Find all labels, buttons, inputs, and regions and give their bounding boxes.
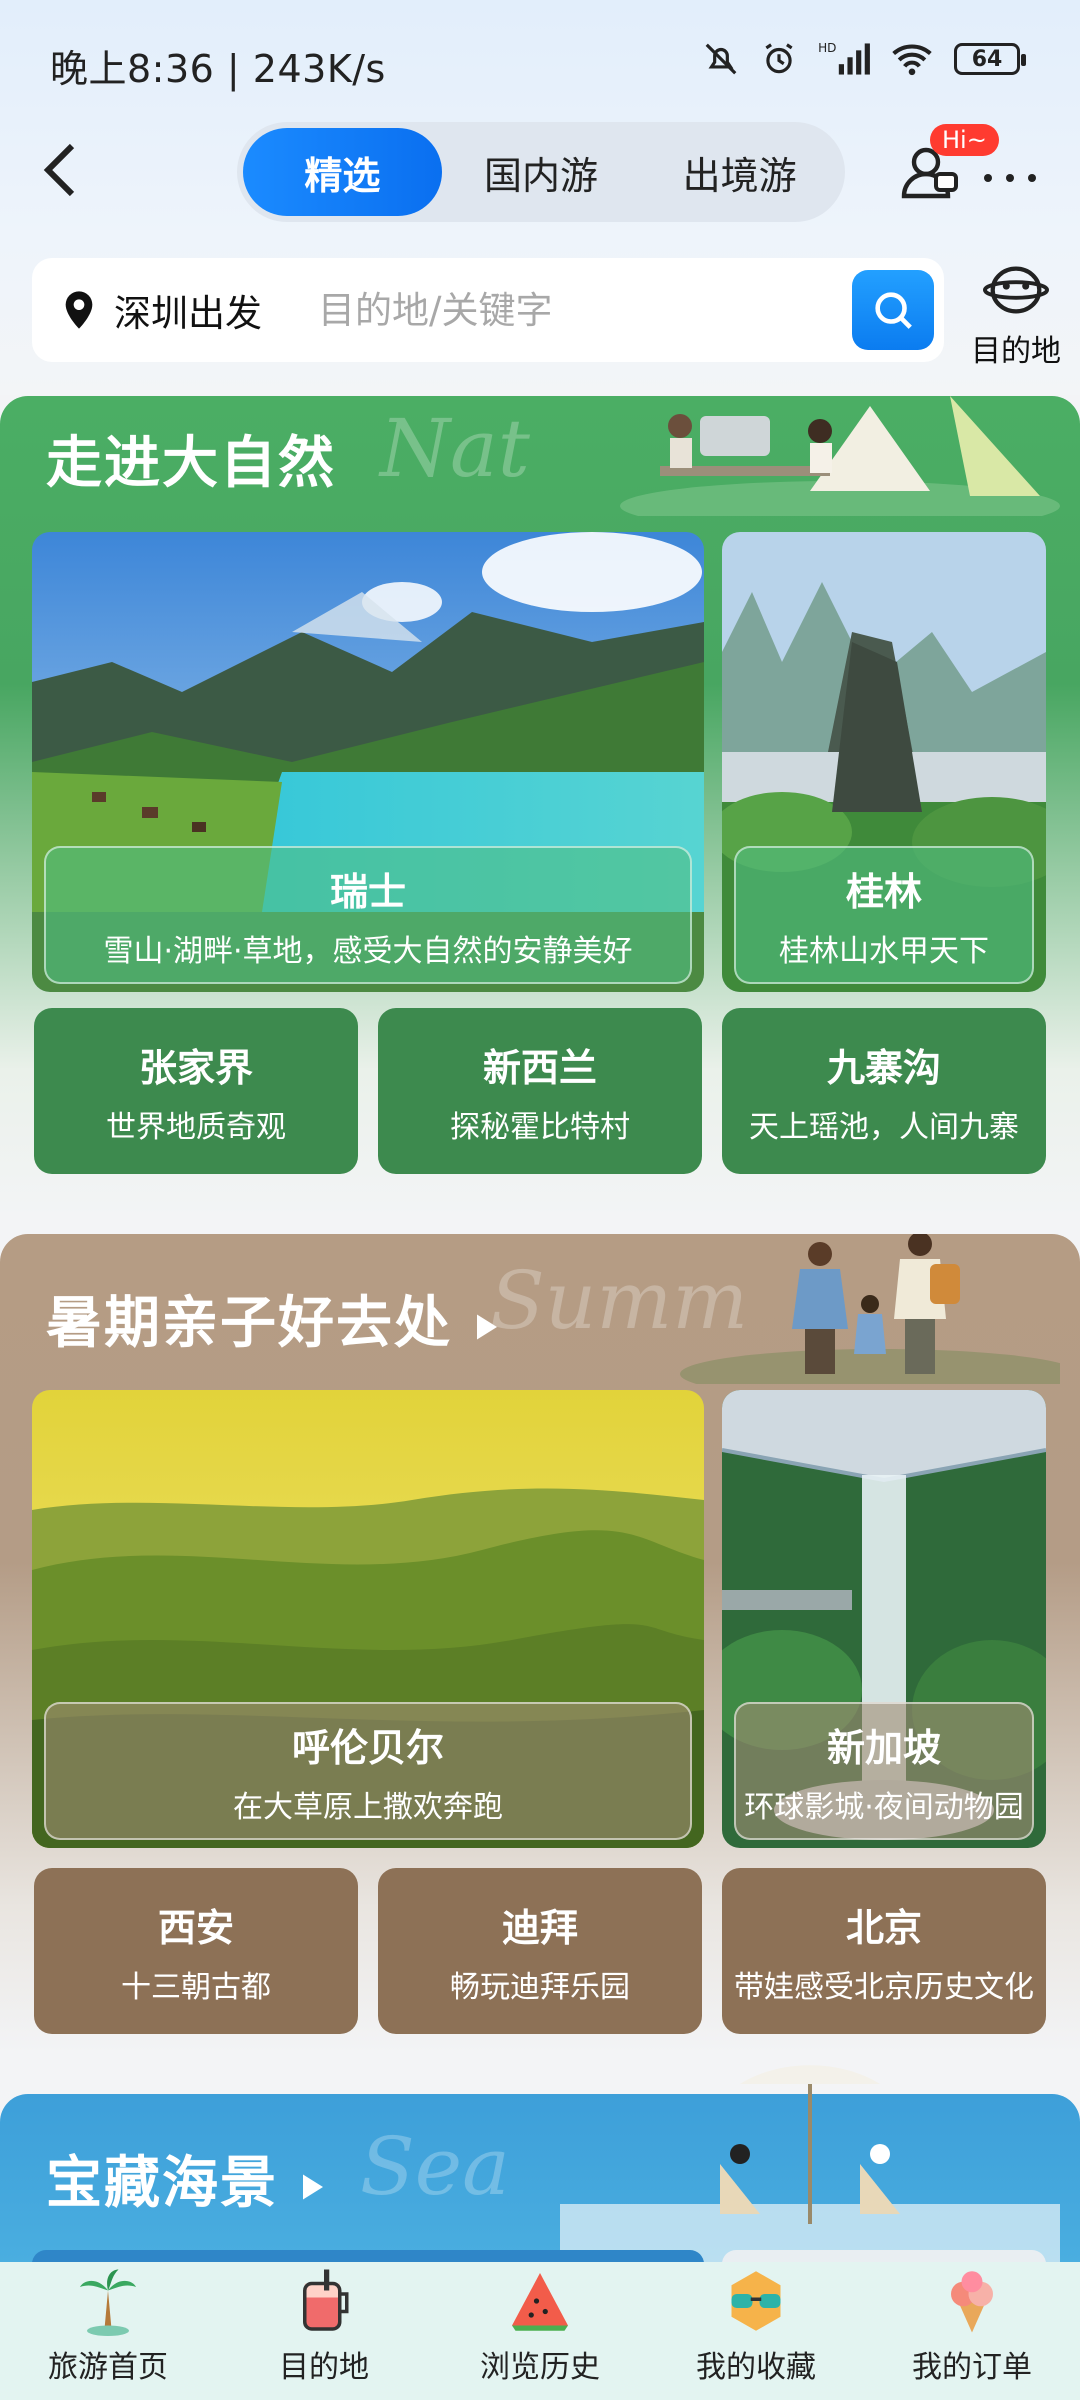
destination-card-guilin[interactable]: 桂林 桂林山水甲天下 xyxy=(722,532,1046,992)
card-overlay: 呼伦贝尔 在大草原上撒欢奔跑 xyxy=(44,1702,692,1840)
departure-city[interactable]: 深圳出发 xyxy=(114,283,262,337)
section-nature: Nat 走进大自然 瑞士 雪山·湖畔·草地，感受大自然的安静美好 桂林 桂林山水… xyxy=(0,396,1080,1218)
card-title: 呼伦贝尔 xyxy=(291,1725,444,1770)
battery-indicator: 64 xyxy=(954,43,1026,75)
section-watermark: Sea xyxy=(360,2120,510,2213)
section-title-text: 暑期亲子好去处 xyxy=(46,1291,452,1356)
nav-history[interactable]: 浏览历史 xyxy=(432,2262,648,2400)
play-arrow-icon xyxy=(476,1314,497,1340)
tab-outbound[interactable]: 出境游 xyxy=(640,128,839,216)
card-subtitle: 桂林山水甲天下 xyxy=(779,933,989,969)
card-title: 迪拜 xyxy=(501,1905,578,1950)
card-title: 瑞士 xyxy=(329,869,406,914)
destination-card-zhangjiajie[interactable]: 张家界 世界地质奇观 xyxy=(34,1008,358,1174)
location-pin-icon xyxy=(65,291,93,329)
mute-bell-icon xyxy=(705,43,737,75)
card-subtitle: 十三朝古都 xyxy=(121,1969,271,2005)
more-button[interactable] xyxy=(980,145,1040,199)
card-overlay: 新加坡 环球影城·夜间动物园 xyxy=(734,1702,1034,1840)
card-subtitle: 环球影城·夜间动物园 xyxy=(744,1789,1024,1825)
card-title: 北京 xyxy=(845,1905,922,1950)
search-input[interactable] xyxy=(318,288,818,332)
destination-button[interactable]: 目的地 xyxy=(966,262,1066,370)
play-arrow-icon xyxy=(302,2174,323,2200)
nav-orders[interactable]: 我的订单 xyxy=(864,2262,1080,2400)
drink-icon xyxy=(303,2269,349,2331)
tab-featured[interactable]: 精选 xyxy=(243,128,442,216)
wifi-icon xyxy=(892,44,932,76)
nav-label: 浏览历史 xyxy=(480,2350,600,2385)
search-button[interactable] xyxy=(852,270,934,350)
alarm-icon xyxy=(765,43,793,74)
destination-label: 目的地 xyxy=(971,334,1061,369)
section-watermark: Nat xyxy=(380,402,530,495)
chevron-left-icon xyxy=(43,143,75,197)
card-overlay: 瑞士 雪山·湖畔·草地，感受大自然的安静美好 xyxy=(44,846,692,984)
destination-card-xian[interactable]: 西安 十三朝古都 xyxy=(34,1868,358,2034)
card-subtitle: 带娃感受北京历史文化 xyxy=(734,1969,1034,2005)
sunglasses-icon xyxy=(731,2271,781,2331)
card-overlay: 桂林 桂林山水甲天下 xyxy=(734,846,1034,984)
card-subtitle: 世界地质奇观 xyxy=(106,1109,286,1145)
card-subtitle: 畅玩迪拜乐园 xyxy=(450,1969,630,2005)
more-dots-icon xyxy=(984,174,1036,182)
destination-card-hulunbuir[interactable]: 呼伦贝尔 在大草原上撒欢奔跑 xyxy=(32,1390,704,1848)
signal-icon: HD xyxy=(818,41,870,75)
nav-travel-home[interactable]: 旅游首页 xyxy=(0,2262,216,2400)
search-icon xyxy=(875,292,912,329)
family-illustration xyxy=(680,1234,1060,1384)
card-title: 九寨沟 xyxy=(826,1045,941,1090)
ice-cream-icon xyxy=(951,2271,993,2333)
card-title: 桂林 xyxy=(845,869,922,914)
card-subtitle: 在大草原上撒欢奔跑 xyxy=(233,1789,503,1825)
card-subtitle: 雪山·湖畔·草地，感受大自然的安静美好 xyxy=(103,933,633,969)
destination-card-singapore[interactable]: 新加坡 环球影城·夜间动物园 xyxy=(722,1390,1046,1848)
status-time: 晚上8:36 | 243K/s xyxy=(50,47,386,91)
nav-label: 目的地 xyxy=(279,2350,369,2385)
beach-illustration xyxy=(560,2065,1060,2264)
card-title: 张家界 xyxy=(138,1045,253,1090)
section-title-text: 宝藏海景 xyxy=(46,2151,278,2216)
destination-card-new-zealand[interactable]: 新西兰 探秘霍比特村 xyxy=(378,1008,702,1174)
destination-card-beijing[interactable]: 北京 带娃感受北京历史文化 xyxy=(722,1868,1046,2034)
palm-tree-icon xyxy=(80,2269,136,2336)
back-button[interactable] xyxy=(40,140,100,200)
camping-illustration xyxy=(620,396,1060,516)
destination-card-jiuzhaigou[interactable]: 九寨沟 天上瑶池，人间九寨 xyxy=(722,1008,1046,1174)
nav-label: 我的订单 xyxy=(912,2350,1032,2385)
section-sea: Sea 宝藏海景 xyxy=(0,2065,1080,2270)
card-title: 西安 xyxy=(157,1905,234,1950)
card-title: 新加坡 xyxy=(826,1725,941,1770)
search-bar: 深圳出发 xyxy=(32,258,944,362)
svg-text:HD: HD xyxy=(818,41,836,55)
card-subtitle: 探秘霍比特村 xyxy=(450,1109,630,1145)
nav-label: 我的收藏 xyxy=(696,2350,816,2385)
section-title[interactable]: 暑期亲子好去处 xyxy=(46,1278,500,1359)
bottom-navigation: 旅游首页 目的地 浏览历史 我的收藏 我的订单 xyxy=(0,2262,1080,2400)
section-title[interactable]: 走进大自然 xyxy=(46,418,336,499)
status-icons: HD 64 xyxy=(702,40,1026,78)
nav-favorites[interactable]: 我的收藏 xyxy=(648,2262,864,2400)
nav-destination[interactable]: 目的地 xyxy=(216,2262,432,2400)
tab-domestic[interactable]: 国内游 xyxy=(442,128,641,216)
section-title[interactable]: 宝藏海景 xyxy=(46,2138,326,2219)
section-family: Summ 暑期亲子好去处 呼伦贝尔 在大草原上撒欢奔跑 新加坡 环球影城·夜间动… xyxy=(0,1234,1080,2054)
card-title: 新西兰 xyxy=(482,1045,597,1090)
category-tabs: 精选 国内游 出境游 xyxy=(237,122,845,222)
destination-card-switzerland[interactable]: 瑞士 雪山·湖畔·草地，感受大自然的安静美好 xyxy=(32,532,704,992)
globe-icon xyxy=(983,266,1049,314)
nav-label: 旅游首页 xyxy=(48,2350,168,2385)
watermelon-icon xyxy=(512,2273,568,2331)
destination-card-dubai[interactable]: 迪拜 畅玩迪拜乐园 xyxy=(378,1868,702,2034)
card-subtitle: 天上瑶池，人间九寨 xyxy=(749,1109,1019,1145)
